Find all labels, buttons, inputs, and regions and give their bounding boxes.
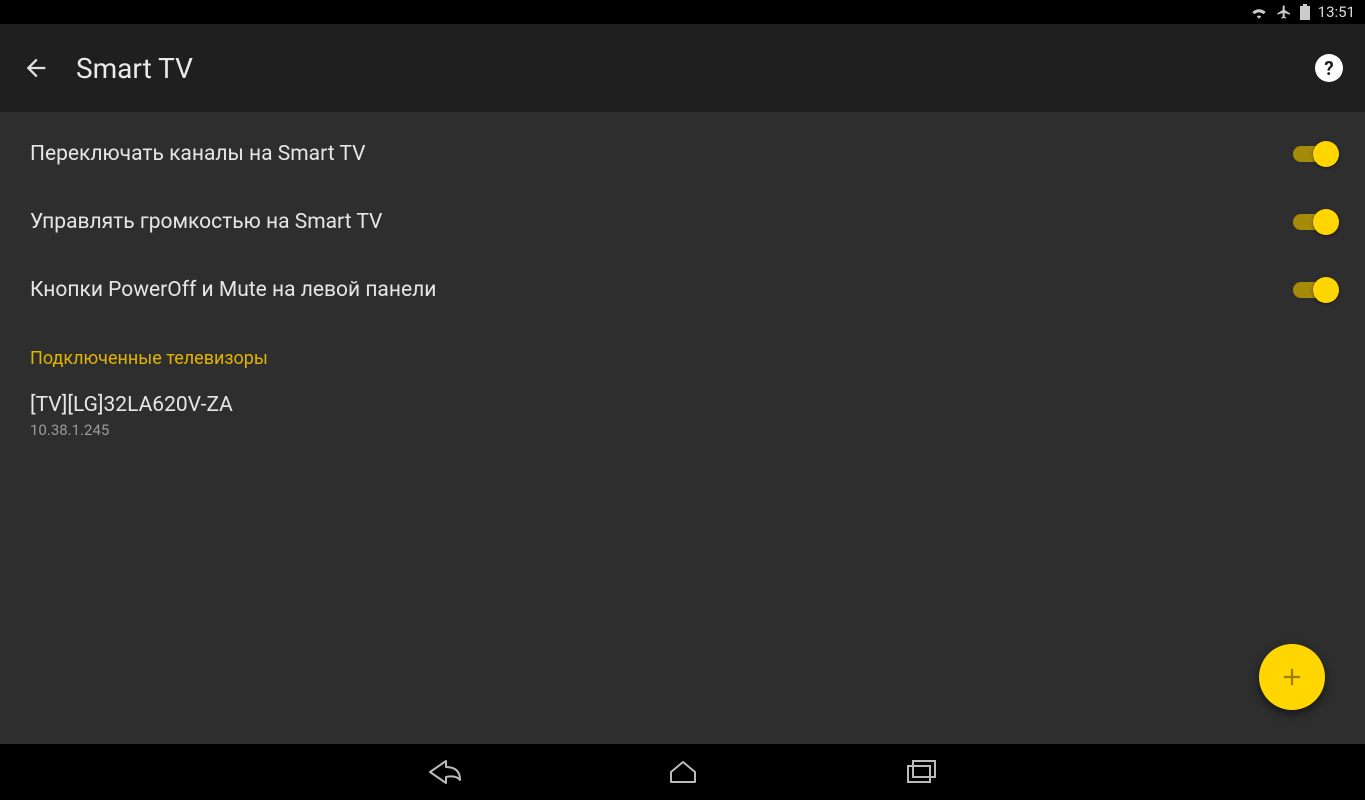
- wifi-icon: [1250, 5, 1268, 19]
- status-time: 13:51: [1318, 3, 1355, 21]
- navigation-bar: [0, 744, 1365, 800]
- setting-control-volume[interactable]: Управлять громкостью на Smart TV: [0, 188, 1365, 256]
- device-name: [TV][LG]32LA620V-ZA: [30, 393, 1335, 417]
- app-bar: Smart TV ?: [0, 24, 1365, 112]
- setting-poweroff-mute[interactable]: Кнопки PowerOff и Mute на левой панели: [0, 256, 1365, 324]
- setting-label: Переключать каналы на Smart TV: [30, 142, 1293, 166]
- nav-recent-button[interactable]: [897, 748, 945, 796]
- page-title: Smart TV: [76, 52, 193, 85]
- content-area: Переключать каналы на Smart TV Управлять…: [0, 112, 1365, 744]
- help-button[interactable]: ?: [1315, 54, 1343, 82]
- toggle-switch[interactable]: [1293, 214, 1335, 230]
- back-button[interactable]: [22, 54, 50, 82]
- section-connected-tvs: Подключенные телевизоры: [0, 324, 1365, 379]
- toggle-switch[interactable]: [1293, 146, 1335, 162]
- plus-icon: [1278, 663, 1306, 691]
- toggle-switch[interactable]: [1293, 282, 1335, 298]
- nav-back-button[interactable]: [421, 748, 469, 796]
- add-device-button[interactable]: [1259, 644, 1325, 710]
- setting-label: Управлять громкостью на Smart TV: [30, 210, 1293, 234]
- setting-switch-channels[interactable]: Переключать каналы на Smart TV: [0, 120, 1365, 188]
- status-bar: 13:51: [0, 0, 1365, 24]
- nav-home-button[interactable]: [659, 748, 707, 796]
- setting-label: Кнопки PowerOff и Mute на левой панели: [30, 278, 1293, 302]
- airplane-icon: [1276, 4, 1292, 20]
- device-item[interactable]: [TV][LG]32LA620V-ZA 10.38.1.245: [0, 379, 1365, 459]
- device-ip: 10.38.1.245: [30, 421, 1335, 439]
- battery-icon: [1300, 4, 1310, 20]
